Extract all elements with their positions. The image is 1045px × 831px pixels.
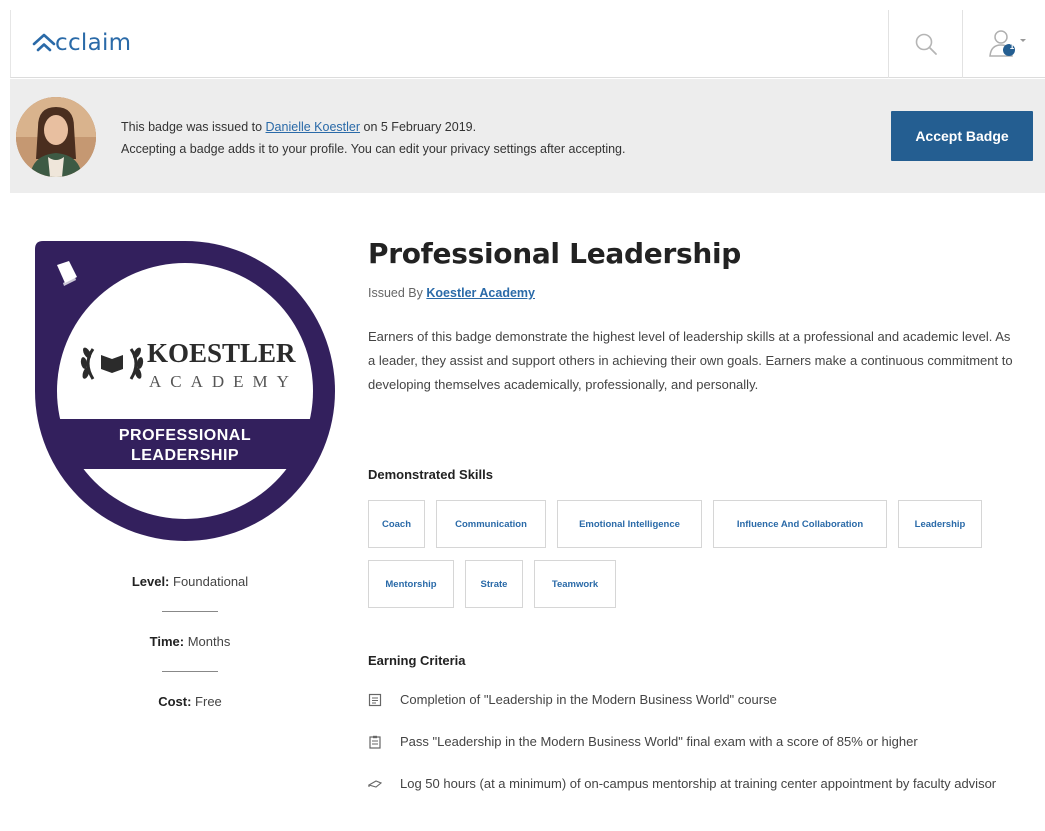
search-icon [915, 33, 937, 55]
skill-tag[interactable]: Influence And Collaboration [713, 500, 887, 548]
badge-ribbon-line-1: PROFESSIONAL [119, 427, 251, 444]
criteria-item: Log 50 hours (at a minimum) of on-campus… [368, 773, 1028, 819]
meta-time: Time: Months [110, 631, 270, 653]
criteria-heading: Earning Criteria [368, 653, 466, 668]
meta-time-label: Time: [149, 634, 185, 649]
chevron-down-icon [1020, 39, 1026, 42]
banner-text-suffix: on 5 February 2019. [360, 120, 477, 134]
header-divider [888, 10, 889, 78]
skill-tag[interactable]: Mentorship [368, 560, 454, 608]
skill-tag[interactable]: Teamwork [534, 560, 616, 608]
badge-detail: KOESTLER ACADEMY PROFESSIONAL LEADERSHIP… [10, 193, 1045, 831]
search-button[interactable] [891, 22, 961, 66]
badge-title: Professional Leadership [368, 237, 741, 270]
issued-by: Issued By Koestler Academy [368, 286, 535, 300]
skills-heading: Demonstrated Skills [368, 467, 493, 482]
recipient-link[interactable]: Danielle Koestler [266, 120, 361, 134]
badge-ribbon-line-2: LEADERSHIP [131, 447, 239, 464]
banner-text-prefix: This badge was issued to [121, 120, 266, 134]
badge-org-sub: ACADEMY [149, 372, 298, 391]
accept-badge-button[interactable]: Accept Badge [891, 111, 1033, 161]
skill-tag[interactable]: Leadership [898, 500, 982, 548]
badge-description: Earners of this badge demonstrate the hi… [368, 329, 1013, 392]
criteria-text: Completion of "Leadership in the Modern … [400, 692, 777, 707]
meta-divider [162, 671, 218, 672]
meta-cost-label: Cost: [158, 694, 192, 709]
badge-image: KOESTLER ACADEMY PROFESSIONAL LEADERSHIP [35, 241, 335, 541]
acclaim-logo-icon [32, 33, 56, 52]
skill-tag[interactable]: Coach [368, 500, 425, 548]
top-header: cclaim 1 [10, 10, 1045, 78]
meta-level-value: Foundational [169, 574, 249, 589]
profile-menu-button[interactable]: 1 [971, 22, 1041, 66]
issued-by-label: Issued By [368, 286, 427, 300]
experience-icon [368, 780, 382, 788]
skill-tag[interactable]: Emotional Intelligence [557, 500, 702, 548]
criteria-item: Completion of "Leadership in the Modern … [368, 689, 1028, 711]
criteria-text: Log 50 hours (at a minimum) of on-campus… [400, 776, 997, 791]
badge-meta: Level: Foundational Time: Months Cost: F… [110, 571, 270, 713]
criteria-text: Pass "Leadership in the Modern Business … [400, 734, 918, 749]
meta-level: Level: Foundational [110, 571, 270, 593]
badge-org-name: KOESTLER [147, 338, 296, 368]
logo-text: cclaim [55, 30, 132, 56]
claim-banner: This badge was issued to Danielle Koestl… [10, 79, 1045, 193]
skill-tag[interactable]: Communication [436, 500, 546, 548]
criteria-item: Pass "Leadership in the Modern Business … [368, 731, 1028, 753]
course-icon [368, 693, 382, 707]
exam-icon [369, 735, 381, 749]
meta-level-label: Level: [131, 574, 170, 589]
skill-tag[interactable]: Strate [465, 560, 523, 608]
issuer-link[interactable]: Koestler Academy [426, 286, 535, 300]
acclaim-logo[interactable]: cclaim [31, 30, 131, 56]
banner-line-1: This badge was issued to Danielle Koestl… [121, 116, 625, 138]
meta-cost-value: Free [191, 694, 222, 709]
banner-message: This badge was issued to Danielle Koestl… [121, 116, 625, 160]
meta-cost: Cost: Free [110, 691, 270, 713]
recipient-photo [16, 97, 96, 177]
header-divider [962, 10, 963, 78]
banner-line-2: Accepting a badge adds it to your profil… [121, 142, 626, 156]
meta-divider [162, 611, 218, 612]
notification-count: 1 [1009, 42, 1015, 51]
meta-time-value: Months [184, 634, 231, 649]
avatar [16, 97, 96, 177]
